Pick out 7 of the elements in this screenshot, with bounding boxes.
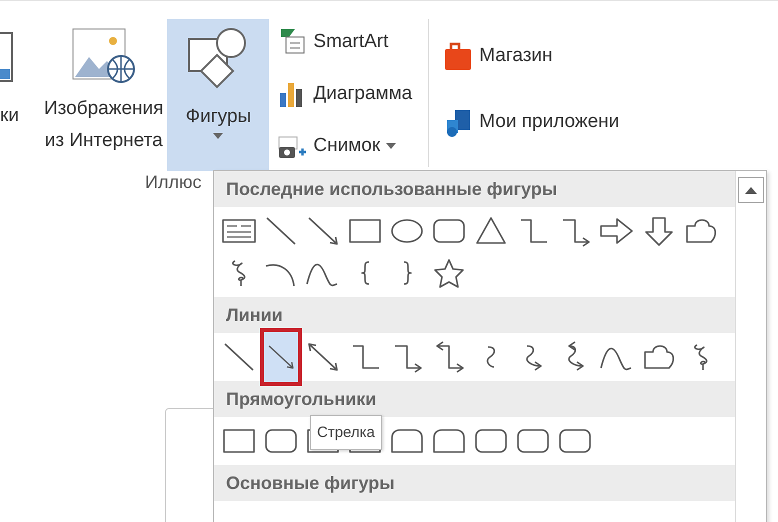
group-label: Иллюс [145,172,202,193]
section-header: Линии [214,297,735,333]
section-header: Последние использованные фигуры [214,171,735,207]
section-header: Прямоугольники [214,381,735,417]
tooltip: Стрелка [310,415,382,450]
section-header: Основные фигуры [214,465,735,501]
button-label: ки [0,105,20,127]
